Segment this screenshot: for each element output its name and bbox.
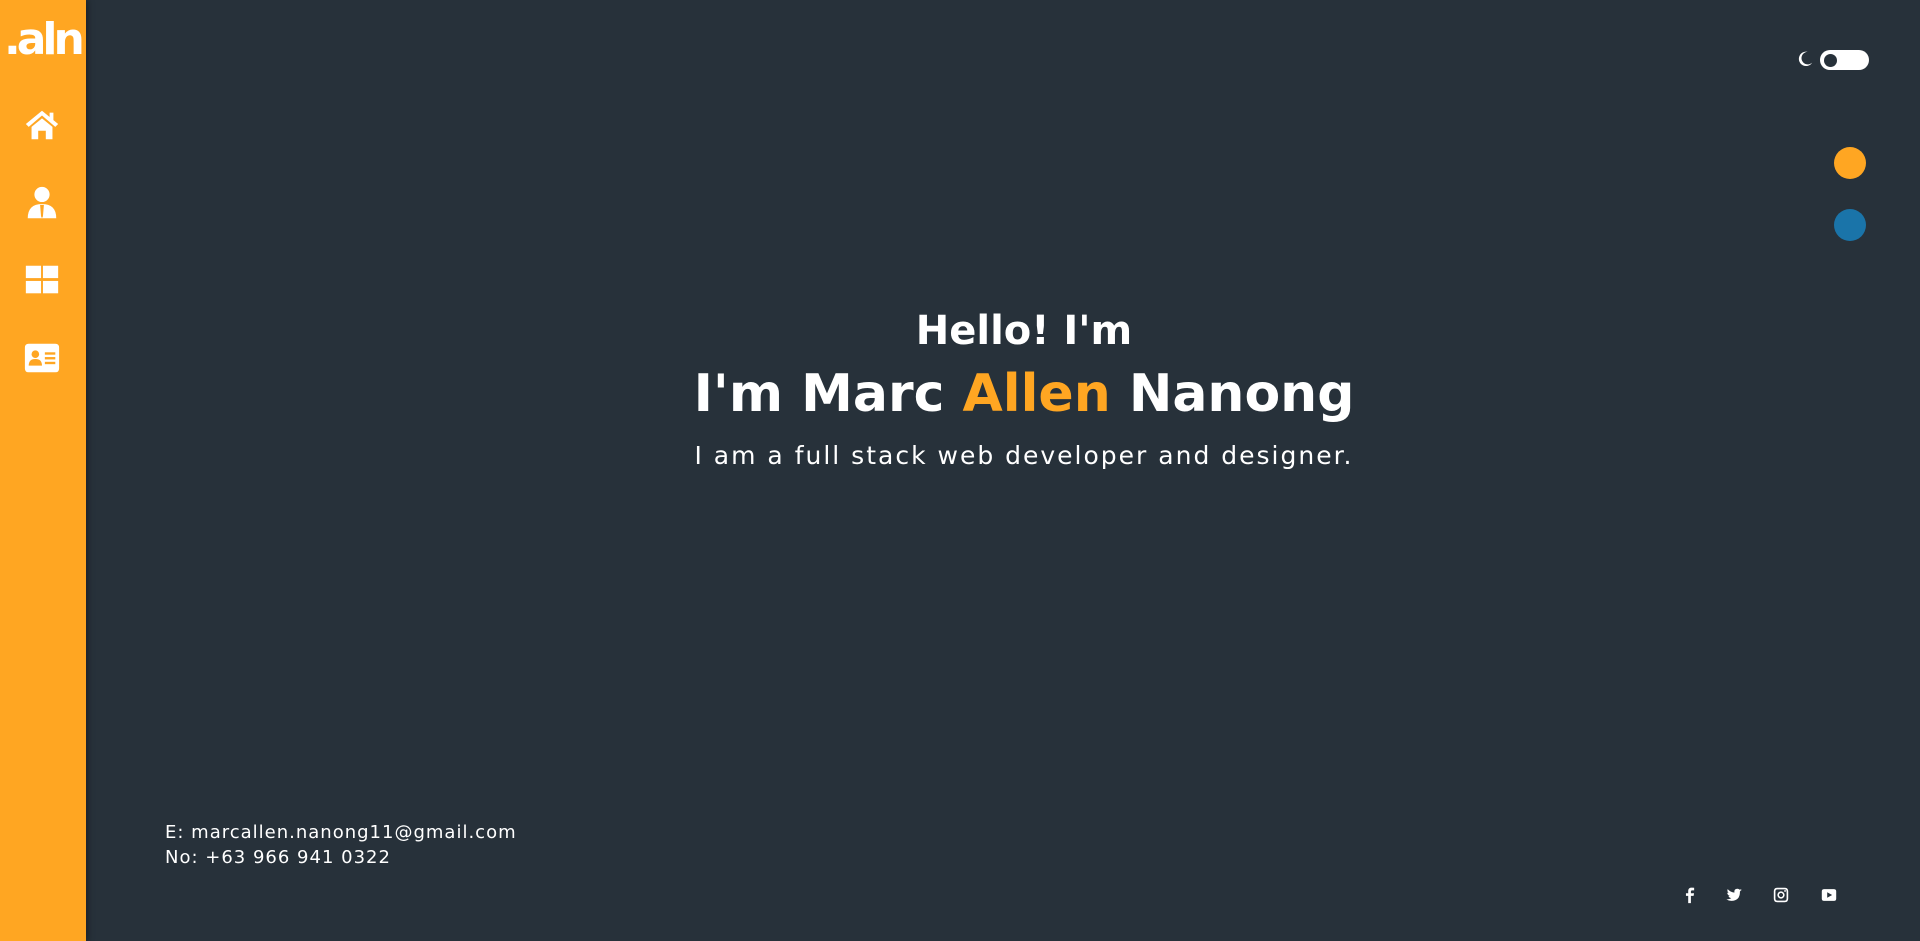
facebook-icon bbox=[1685, 887, 1695, 904]
email-line: E: marcallen.nanong11@gmail.com bbox=[165, 822, 517, 843]
user-icon bbox=[27, 186, 57, 219]
logo[interactable]: .aln bbox=[4, 14, 85, 66]
twitter-icon bbox=[1726, 888, 1743, 901]
nav-about[interactable] bbox=[21, 182, 63, 224]
youtube-icon bbox=[1821, 889, 1837, 901]
grid-icon bbox=[25, 265, 59, 294]
tagline: I am a full stack web developer and desi… bbox=[694, 441, 1354, 470]
instagram-link[interactable] bbox=[1771, 885, 1791, 905]
youtube-link[interactable] bbox=[1819, 885, 1839, 905]
contact-info: E: marcallen.nanong11@gmail.com No: +63 … bbox=[165, 820, 517, 870]
name-accent: Allen bbox=[962, 364, 1111, 424]
contact-card-icon bbox=[24, 343, 60, 373]
nav-home[interactable] bbox=[21, 104, 63, 146]
phone-line: No: +63 966 941 0322 bbox=[165, 847, 391, 868]
nav-contact[interactable] bbox=[21, 337, 63, 379]
greeting: Hello! I'm bbox=[915, 308, 1133, 354]
twitter-link[interactable] bbox=[1724, 885, 1744, 905]
nav-portfolio[interactable] bbox=[21, 259, 63, 301]
instagram-icon bbox=[1773, 887, 1789, 903]
sidebar: .aln bbox=[0, 0, 86, 941]
home-icon bbox=[25, 110, 59, 140]
name-suffix: Nanong bbox=[1110, 364, 1355, 424]
facebook-link[interactable] bbox=[1680, 885, 1700, 905]
hero-name: I'm Marc Allen Nanong bbox=[86, 364, 1920, 424]
hero-section: Hello! I'm I'm Marc Allen Nanong I am a … bbox=[86, 0, 1920, 941]
name-prefix: I'm Marc bbox=[693, 364, 963, 424]
